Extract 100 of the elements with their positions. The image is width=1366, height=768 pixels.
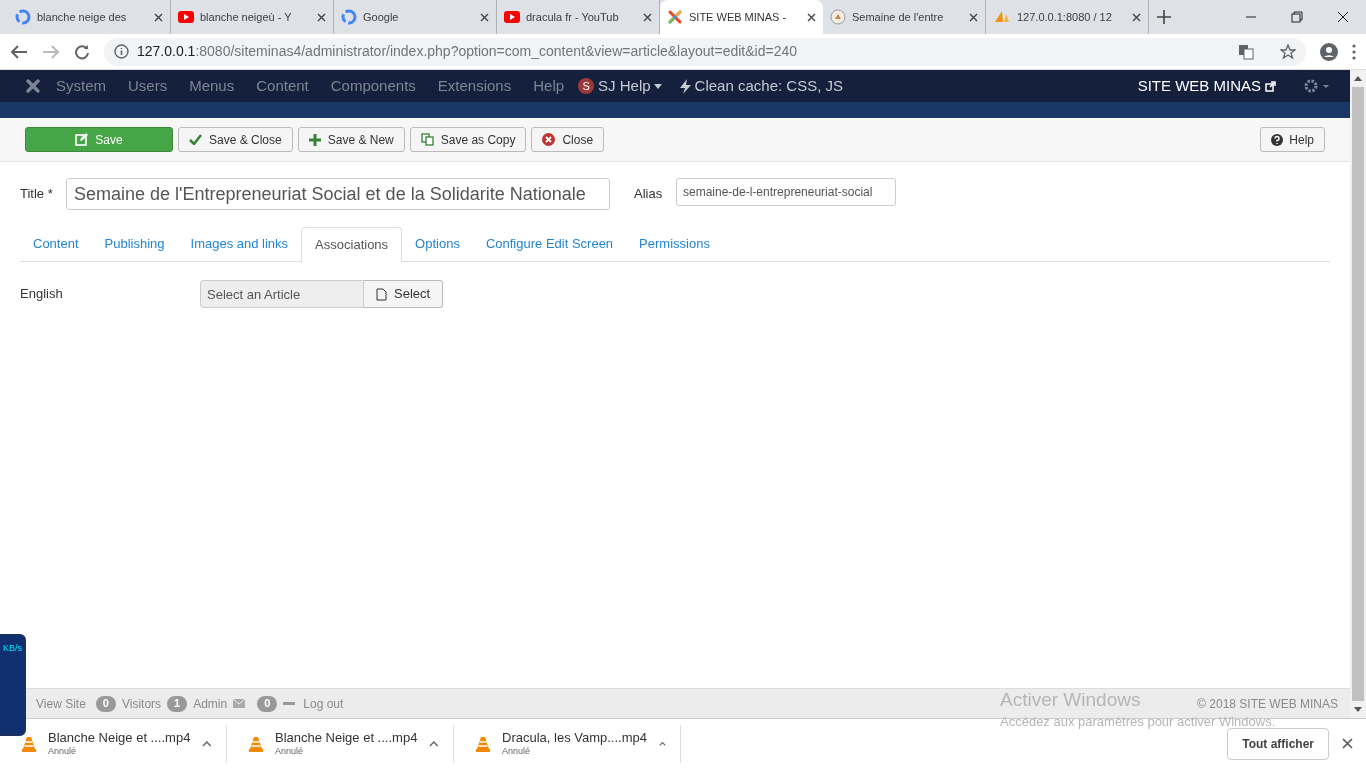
form-tab[interactable]: Images and links [177,227,302,261]
alias-field[interactable]: semaine-de-l-entrepreneuriat-social [676,178,896,206]
sail-icon [993,10,1011,24]
copyright-text: © 2018 SITE WEB MINAS [1197,695,1338,713]
language-label: English [20,285,64,304]
nav-menu-item[interactable]: Components [330,74,416,98]
close-icon[interactable] [643,12,652,22]
address-field[interactable]: 127.0.0.1:8080/siteminas4/administrator/index.php?option=com_content&view=article&layout=edit&id=240 [104,37,1306,66]
select-button[interactable]: Select [364,280,444,308]
browser-tab[interactable]: SITE WEB MINAS - [660,0,823,34]
scroll-thumb[interactable] [1352,87,1364,701]
download-item[interactable]: Blanche Neige et ....mp4 Annulé [227,724,454,763]
download-status: Annulé [275,746,305,758]
tab-title: Semaine de l'entre [852,9,945,25]
browser-tab[interactable]: dracula fr - YouTub [497,0,660,34]
edit-icon [75,133,89,146]
tab-title: 127.0.0.1:8080 / 12 [1017,9,1113,25]
scroll-up-icon[interactable] [1354,76,1362,81]
speed-unit: KB/s [3,642,22,655]
browser-tab[interactable]: blanche neigeù - Y [171,0,334,34]
question-icon [1271,133,1284,146]
account-icon[interactable] [1320,42,1338,61]
nav-menu-item[interactable]: System [56,74,106,98]
toolbar-button[interactable]: Save & New [297,127,405,152]
close-icon[interactable] [1342,738,1353,749]
file-name: Blanche Neige et ....mp4 [275,729,418,746]
browser-tab[interactable]: Google [334,0,497,34]
external-link-icon [1265,80,1276,92]
close-icon[interactable] [807,12,816,22]
toolbar-button[interactable]: Save as Copy [409,127,527,152]
toolbar-button[interactable]: Close [531,127,605,152]
new-tab-icon[interactable] [1157,10,1171,24]
show-all-button[interactable]: Tout afficher [1227,727,1329,760]
close-icon [542,133,556,146]
form-tab[interactable]: Configure Edit Screen [472,227,627,261]
chevron-up-icon[interactable] [659,740,666,747]
toolbar-button[interactable]: Save & Close [178,127,293,152]
copy-icon [420,133,434,146]
scrollbar[interactable] [1350,70,1366,718]
title-label: Title * [20,185,54,203]
translate-icon[interactable] [1238,43,1254,60]
download-item[interactable]: Dracula, les Vamp....mp4 Annulé [454,724,681,763]
cone-icon [249,735,263,752]
chevron-up-icon[interactable] [429,740,439,747]
nav-menu-item[interactable]: Users [128,74,168,98]
nav-menu-item[interactable]: Content [256,74,309,98]
nav-menu-item[interactable]: Menus [189,74,235,98]
check-icon [189,134,202,145]
form-tab[interactable]: Associations [301,227,403,262]
tab-title: SITE WEB MINAS - [689,9,788,25]
tab-title: blanche neige des [37,9,128,25]
back-icon[interactable] [10,43,28,60]
message-count: 0 [257,695,278,712]
close-icon[interactable] [154,12,163,22]
close-icon[interactable] [480,12,489,22]
tab-title: Google [363,9,400,25]
form-tab[interactable]: Permissions [626,227,723,261]
alias-label: Alias [634,185,664,203]
sj-badge: S [578,78,595,94]
cone-icon [22,735,36,752]
form-tab[interactable]: Publishing [91,227,178,261]
browser-tab[interactable]: 127.0.0.1:8080 / 12 [986,0,1149,34]
play-icon [178,11,194,23]
caret-icon [653,83,662,89]
article-field[interactable]: Select an Article [200,280,364,308]
file-name: Dracula, les Vamp....mp4 [502,729,647,746]
browser-tab[interactable]: Semaine de l'entre [823,0,986,34]
visitor-count: 0 [95,695,116,712]
help-button[interactable]: Help [1260,127,1325,152]
browser-tab[interactable]: blanche neige des [8,0,171,34]
bolt-icon [679,78,691,94]
close-icon[interactable] [1132,12,1141,22]
chevron-up-icon[interactable] [202,740,212,747]
minus-icon [283,701,296,706]
tab-title: dracula fr - YouTub [526,9,620,25]
nav-menu-item[interactable]: Extensions [437,74,512,98]
emblem-icon [830,9,846,25]
nav-menu-item[interactable]: Help [533,74,565,98]
info-icon [114,44,129,59]
admin-label: Admin [193,695,228,713]
cone-icon [476,735,490,752]
title-field[interactable]: Semaine de l'Entrepreneuriat Social et de la Solidarite Nationale [66,178,610,210]
close-icon[interactable] [969,12,978,22]
settings-icon[interactable] [1304,79,1330,93]
file-icon [376,287,387,301]
form-tab[interactable]: Content [20,227,92,261]
star-icon[interactable] [1280,43,1296,60]
site-link[interactable]: SITE WEB MINAS [1137,74,1276,98]
admin-count: 1 [167,695,188,712]
close-icon[interactable] [317,12,326,22]
menu-icon[interactable] [1352,43,1356,60]
clean-cache-link[interactable]: Clean cache: CSS, JS [694,74,843,98]
form-tab[interactable]: Options [402,227,473,261]
url-text: 127.0.0.1:8080/siteminas4/administrator/index.php?option=com_content&view=article&layout=edit&id=240 [137,42,797,61]
play-icon [504,11,520,23]
scroll-down-icon[interactable] [1354,707,1362,712]
reload-icon[interactable] [74,43,90,60]
tab-title: blanche neigeù - Y [200,9,293,25]
download-status: Annulé [48,746,78,758]
sj-help-menu[interactable]: SJ Help [598,74,662,98]
